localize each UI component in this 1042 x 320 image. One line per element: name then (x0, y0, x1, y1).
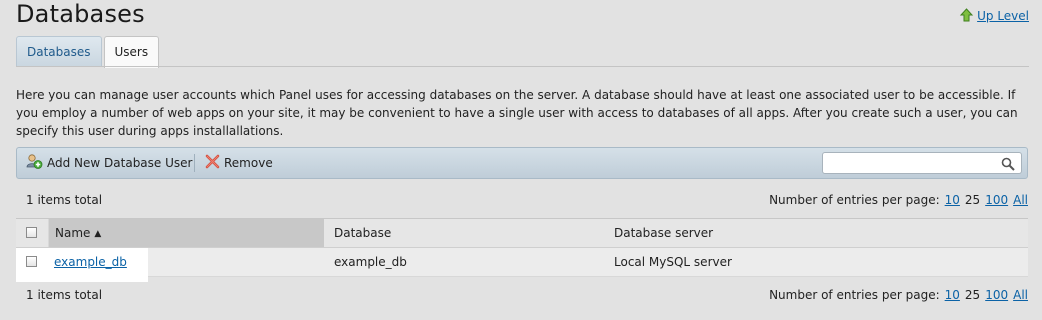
up-arrow-icon (959, 8, 974, 23)
entries-per-page-label: Number of entries per page: (769, 193, 940, 207)
database-server-cell: Local MySQL server (614, 255, 732, 269)
remove-button[interactable]: Remove (205, 148, 273, 178)
add-database-user-label: Add New Database User (47, 156, 193, 170)
page-size-10-bottom[interactable]: 10 (945, 288, 960, 302)
tab-users[interactable]: Users (103, 36, 160, 68)
up-level-link[interactable]: Up Level (977, 9, 1029, 23)
entries-per-page-label-bottom: Number of entries per page: (769, 288, 940, 302)
add-user-icon (26, 153, 43, 173)
page-size-10[interactable]: 10 (945, 193, 960, 207)
page-size-100-bottom[interactable]: 100 (985, 288, 1008, 302)
tab-bar: Databases Users (16, 36, 160, 68)
table-header: Name ▲ Database Database server (16, 219, 1028, 248)
entries-per-page-bottom: Number of entries per page: 10 25 100 Al… (769, 288, 1028, 302)
column-header-database-server[interactable]: Database server (614, 219, 713, 247)
search-input[interactable] (823, 154, 1005, 174)
pager-bottom: 1 items total Number of entries per page… (16, 285, 1028, 305)
column-name-label: Name (55, 226, 91, 240)
column-header-name[interactable]: Name ▲ (48, 219, 324, 247)
page-description: Here you can manage user accounts which … (16, 88, 1018, 138)
user-name-link[interactable]: example_db (54, 255, 127, 269)
page-size-100[interactable]: 100 (985, 193, 1008, 207)
table-row: example_db example_db Local MySQL server (16, 248, 1028, 282)
up-level-link-container[interactable]: Up Level (959, 8, 1029, 23)
search-icon[interactable] (1001, 156, 1015, 175)
toolbar-separator (194, 154, 195, 172)
name-cell: example_db (54, 248, 127, 276)
remove-icon (205, 154, 220, 172)
items-total-bottom: 1 items total (26, 288, 103, 302)
page-size-25-selected: 25 (964, 193, 981, 207)
select-all-cell (16, 219, 48, 247)
tab-databases[interactable]: Databases (16, 36, 102, 67)
remove-label: Remove (224, 156, 273, 170)
select-all-checkbox[interactable] (26, 227, 37, 238)
add-database-user-button[interactable]: Add New Database User (26, 148, 192, 178)
search-box (822, 152, 1022, 174)
toolbar: Add New Database User Remove (16, 147, 1028, 179)
page-size-all-bottom[interactable]: All (1013, 288, 1028, 302)
pager-top: 1 items total Number of entries per page… (16, 190, 1028, 210)
entries-per-page: Number of entries per page: 10 25 100 Al… (769, 193, 1028, 207)
page-size-25-selected-bottom: 25 (964, 288, 981, 302)
tab-divider (16, 66, 1029, 67)
page-size-all[interactable]: All (1013, 193, 1028, 207)
database-cell: example_db (334, 255, 407, 269)
sort-ascending-icon: ▲ (94, 229, 102, 239)
column-header-database[interactable]: Database (334, 219, 391, 247)
page-title: Databases (16, 0, 145, 28)
row-checkbox[interactable] (26, 256, 37, 267)
items-total: 1 items total (26, 193, 103, 207)
users-table: Name ▲ Database Database server example_d… (16, 218, 1028, 282)
